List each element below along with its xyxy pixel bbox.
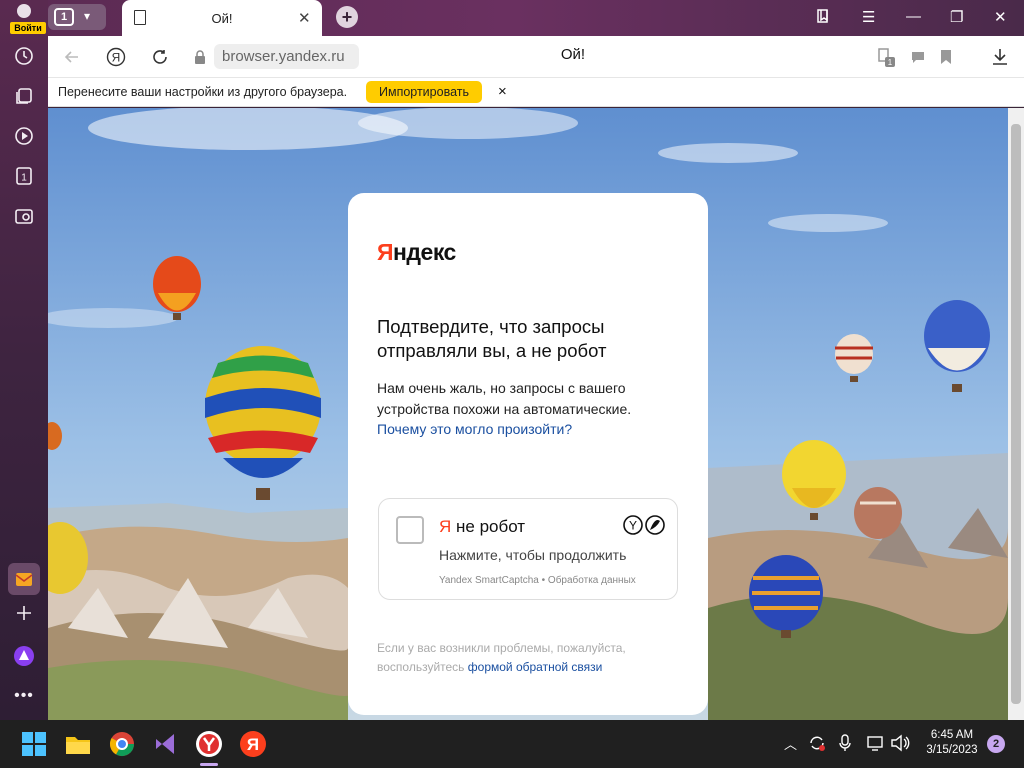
screenshot-icon[interactable] bbox=[8, 200, 40, 232]
chrome-icon[interactable] bbox=[108, 730, 136, 758]
captcha-widget[interactable]: Я не робот Нажмите, чтобы продолжить Yan… bbox=[378, 498, 678, 600]
video-play-icon[interactable] bbox=[8, 120, 40, 152]
clock-time: 6:45 AM bbox=[930, 729, 974, 741]
not-robot-checkbox[interactable] bbox=[396, 516, 424, 544]
chevron-up-icon[interactable]: ︿ bbox=[784, 734, 797, 753]
bookmark-icon[interactable] bbox=[934, 45, 958, 69]
close-tab-icon[interactable]: ✕ bbox=[298, 9, 311, 27]
tab-active[interactable]: Ой! ✕ bbox=[122, 0, 322, 36]
tab-title: Ой! bbox=[211, 11, 233, 26]
visual-studio-icon[interactable] bbox=[152, 730, 180, 758]
captcha-card: Яндекс Подтвердите, что запросы отправля… bbox=[348, 193, 708, 715]
address-toolbar: Я browser.yandex.ru Ой! 1 bbox=[48, 36, 1024, 77]
scrollbar-thumb[interactable] bbox=[1011, 124, 1021, 704]
tab-group-count: 1 bbox=[54, 8, 74, 26]
not-robot-text: не робот bbox=[451, 517, 526, 536]
import-button[interactable]: Импортировать bbox=[366, 81, 482, 103]
balloon-brown-right bbox=[854, 487, 902, 539]
not-robot-ya: Я bbox=[439, 517, 452, 536]
menu-icon[interactable]: ☰ bbox=[862, 8, 875, 26]
yandex-app-icon[interactable]: Я bbox=[239, 730, 267, 758]
yandex-logo: Яндекс bbox=[377, 239, 456, 266]
address-bar[interactable]: browser.yandex.ru bbox=[214, 44, 359, 69]
login-button[interactable]: Войти bbox=[4, 2, 46, 34]
protect-shield-icon[interactable]: 1 bbox=[874, 45, 898, 69]
captcha-hint: Нажмите, чтобы продолжить bbox=[439, 547, 627, 563]
download-icon[interactable] bbox=[988, 45, 1012, 69]
feedback-footer: Если у вас возникли проблемы, пожалуйста… bbox=[377, 639, 677, 677]
captcha-text: Нам очень жаль, но запросы с вашего устр… bbox=[377, 380, 632, 417]
login-label: Войти bbox=[10, 22, 46, 34]
close-infobar-icon[interactable]: × bbox=[498, 83, 507, 100]
windows-start-icon[interactable] bbox=[20, 730, 48, 758]
minimize-icon[interactable]: — bbox=[906, 8, 921, 25]
avatar-icon bbox=[17, 4, 31, 18]
yandex-browser-taskbar-icon[interactable] bbox=[195, 730, 223, 758]
why-link[interactable]: Почему это могло произойти? bbox=[377, 421, 572, 437]
captcha-page-background: Яндекс Подтвердите, что запросы отправля… bbox=[48, 108, 1008, 720]
windows-taskbar: Я ︿ 6:45 AM 3/15/2023 2 bbox=[0, 720, 1024, 768]
file-explorer-icon[interactable] bbox=[64, 730, 92, 758]
active-app-indicator bbox=[200, 763, 218, 766]
page-icon bbox=[134, 10, 146, 25]
captcha-description: Нам очень жаль, но запросы с вашего устр… bbox=[377, 378, 677, 440]
shield-badge: 1 bbox=[888, 58, 893, 67]
more-icon[interactable]: ••• bbox=[8, 680, 40, 712]
history-icon[interactable] bbox=[8, 40, 40, 72]
system-clock[interactable]: 6:45 AM 3/15/2023 bbox=[916, 728, 988, 758]
volume-icon[interactable] bbox=[890, 734, 910, 752]
import-infobar: Перенесите ваши настройки из другого бра… bbox=[48, 77, 1024, 107]
clock-date: 3/15/2023 bbox=[926, 744, 978, 756]
svg-text:Y: Y bbox=[629, 519, 637, 533]
tabs-count-icon[interactable]: 1 bbox=[8, 160, 40, 192]
alice-icon[interactable] bbox=[8, 640, 40, 672]
microphone-icon[interactable] bbox=[838, 734, 852, 752]
restore-icon[interactable]: ❐ bbox=[950, 8, 963, 26]
page-title: Ой! bbox=[560, 46, 586, 63]
new-tab-button[interactable]: + bbox=[336, 6, 358, 28]
yandex-home-icon[interactable]: Я bbox=[104, 45, 128, 69]
yandex-logo-ya: Я bbox=[377, 239, 394, 265]
tab-count-number: 1 bbox=[21, 173, 27, 184]
svg-text:Я: Я bbox=[112, 51, 121, 65]
notification-badge[interactable]: 2 bbox=[987, 735, 1005, 753]
network-icon[interactable] bbox=[866, 734, 884, 752]
yandex-logo-rest: ндекс bbox=[393, 239, 456, 265]
comments-icon[interactable] bbox=[906, 45, 930, 69]
bookmarks-panel-icon[interactable] bbox=[816, 8, 832, 28]
reload-icon[interactable] bbox=[148, 45, 172, 69]
not-robot-label: Я не робот bbox=[439, 517, 525, 537]
chevron-down-icon: ▾ bbox=[84, 9, 91, 23]
collections-icon[interactable] bbox=[8, 80, 40, 112]
close-window-icon[interactable]: ✕ bbox=[994, 8, 1007, 26]
add-panel-icon[interactable] bbox=[8, 597, 40, 629]
lock-icon[interactable] bbox=[188, 45, 212, 69]
tab-group-button[interactable]: 1 ▾ bbox=[48, 4, 106, 30]
infobar-message: Перенесите ваши настройки из другого бра… bbox=[58, 85, 348, 99]
browser-sidebar: Войти 1 ••• bbox=[0, 0, 48, 720]
back-arrow-icon[interactable] bbox=[60, 45, 84, 69]
captcha-heading: Подтвердите, что запросы отправляли вы, … bbox=[377, 316, 607, 361]
sync-icon[interactable] bbox=[808, 734, 826, 752]
feedback-form-link[interactable]: формой обратной связи bbox=[468, 660, 603, 674]
smartcaptcha-icon: Y bbox=[623, 515, 665, 535]
smartcaptcha-text[interactable]: Yandex SmartCaptcha • Обработка данных bbox=[439, 575, 636, 586]
page-scrollbar[interactable] bbox=[1008, 108, 1024, 720]
svg-text:Я: Я bbox=[247, 735, 259, 754]
mail-icon[interactable] bbox=[8, 563, 40, 595]
